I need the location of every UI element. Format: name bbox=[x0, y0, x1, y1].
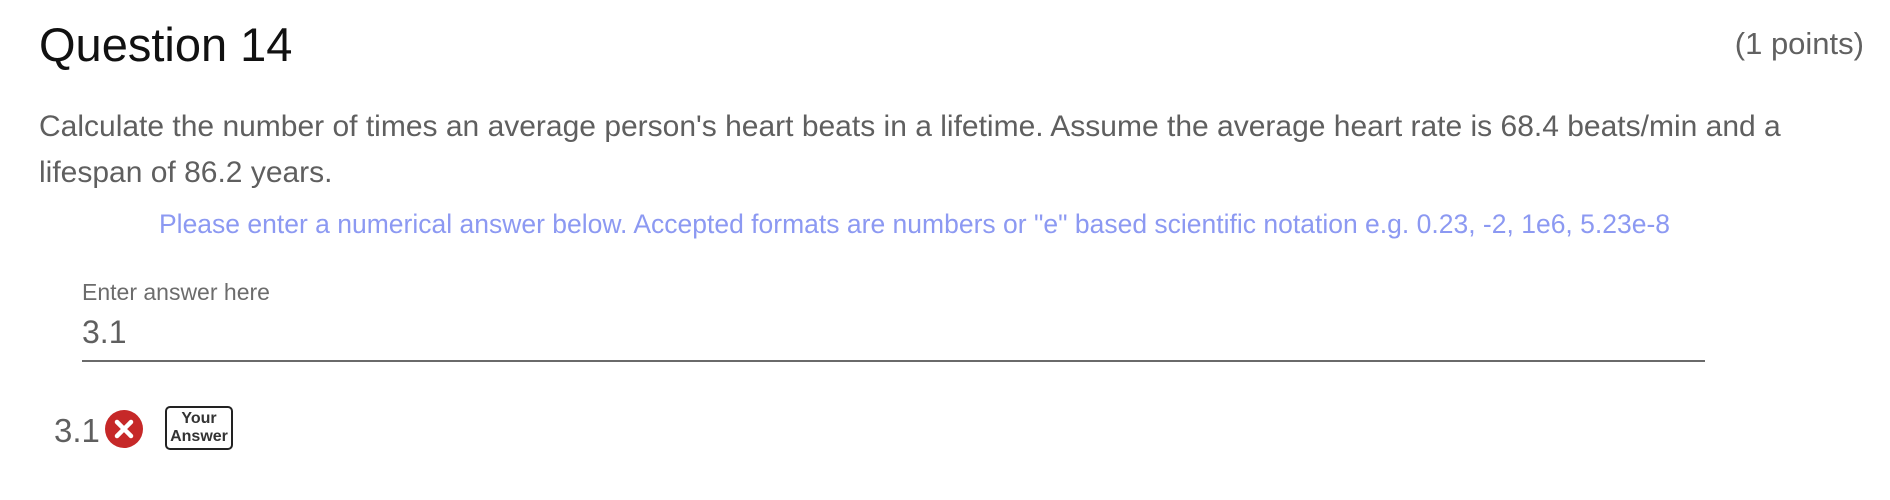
your-answer-badge-line-2: Answer bbox=[170, 428, 228, 445]
answer-field[interactable]: Enter answer here bbox=[82, 274, 1705, 362]
your-answer-badge-line-1: Your bbox=[181, 410, 217, 427]
your-answer-badge: Your Answer bbox=[165, 406, 233, 450]
question-text: Calculate the number of times an average… bbox=[39, 104, 1890, 196]
answer-format-instructions: Please enter a numerical answer below. A… bbox=[159, 209, 1671, 239]
answer-field-label: Enter answer here bbox=[82, 279, 270, 305]
question-points: (1 points) bbox=[1734, 26, 1864, 61]
wrong-x-icon bbox=[105, 410, 143, 448]
submitted-answer-value: 3.1 bbox=[54, 412, 100, 449]
question-text-line-2: lifespan of 86.2 years. bbox=[39, 156, 333, 189]
question-title: Question 14 bbox=[39, 18, 293, 71]
answer-input[interactable] bbox=[82, 310, 1705, 354]
question-text-line-1: Calculate the number of times an average… bbox=[39, 110, 1781, 143]
